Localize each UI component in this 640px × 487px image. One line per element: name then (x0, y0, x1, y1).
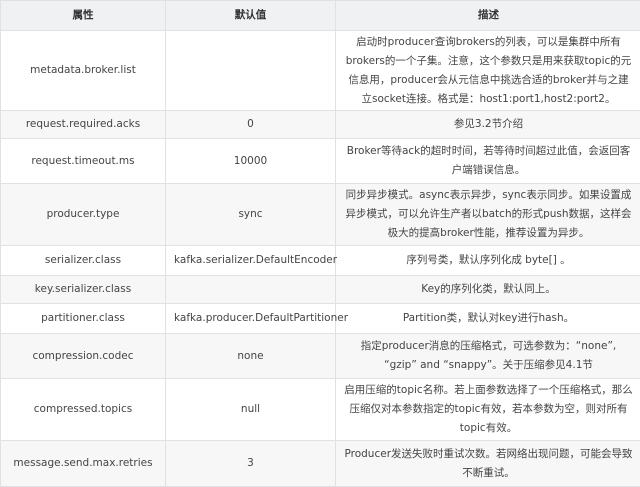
default-cell: null (166, 379, 336, 441)
default-cell: kafka.producer.DefaultPartitioner (166, 304, 336, 334)
table-row: compression.codecnone指定producer消息的压缩格式，可… (1, 334, 640, 379)
table-row: partitioner.classkafka.producer.DefaultP… (1, 304, 640, 334)
description-cell: Producer发送失败时重试次数。若网络出现问题，可能会导致不断重试。 (336, 441, 640, 487)
description-cell: 参见3.2节介绍 (336, 111, 640, 139)
table-row: compressed.topicsnull启用压缩的topic名称。若上面参数选… (1, 379, 640, 441)
property-cell: message.send.max.retries (1, 441, 166, 487)
table-row: request.timeout.ms10000Broker等待ack的超时时间，… (1, 139, 640, 184)
default-cell: kafka.serializer.DefaultEncoder (166, 246, 336, 276)
property-cell: partitioner.class (1, 304, 166, 334)
description-cell: 指定producer消息的压缩格式，可选参数为：“none”, “gzip” a… (336, 334, 640, 379)
default-cell: 3 (166, 441, 336, 487)
property-cell: key.serializer.class (1, 276, 166, 304)
header-default: 默认值 (166, 1, 336, 31)
table-row: producer.typesync同步异步模式。async表示异步，sync表示… (1, 184, 640, 246)
header-description: 描述 (336, 1, 640, 31)
default-cell: sync (166, 184, 336, 246)
description-cell: Broker等待ack的超时时间，若等待时间超过此值，会返回客户端错误信息。 (336, 139, 640, 184)
property-cell: compression.codec (1, 334, 166, 379)
default-cell: 10000 (166, 139, 336, 184)
default-cell (166, 276, 336, 304)
description-cell: Partition类，默认对key进行hash。 (336, 304, 640, 334)
producer-config-table: 属性 默认值 描述 metadata.broker.list 启动时produce… (0, 0, 640, 487)
description-cell: 序列号类，默认序列化成 byte[] 。 (336, 246, 640, 276)
property-cell: compressed.topics (1, 379, 166, 441)
table-row: key.serializer.class Key的序列化类，默认同上。 (1, 276, 640, 304)
property-cell: request.timeout.ms (1, 139, 166, 184)
default-cell: 0 (166, 111, 336, 139)
property-cell: request.required.acks (1, 111, 166, 139)
property-cell: producer.type (1, 184, 166, 246)
property-cell: serializer.class (1, 246, 166, 276)
header-row: 属性 默认值 描述 (1, 1, 640, 31)
description-cell: 启用压缩的topic名称。若上面参数选择了一个压缩格式，那么压缩仅对本参数指定的… (336, 379, 640, 441)
table-row: message.send.max.retries3Producer发送失败时重试… (1, 441, 640, 487)
table-row: metadata.broker.list 启动时producer查询brokers… (1, 31, 640, 111)
default-cell (166, 31, 336, 111)
header-property: 属性 (1, 1, 166, 31)
table-row: serializer.classkafka.serializer.Default… (1, 246, 640, 276)
description-cell: 同步异步模式。async表示异步，sync表示同步。如果设置成异步模式，可以允许… (336, 184, 640, 246)
default-cell: none (166, 334, 336, 379)
description-cell: 启动时producer查询brokers的列表，可以是集群中所有brokers的… (336, 31, 640, 111)
description-cell: Key的序列化类，默认同上。 (336, 276, 640, 304)
table-row: request.required.acks0参见3.2节介绍 (1, 111, 640, 139)
property-cell: metadata.broker.list (1, 31, 166, 111)
